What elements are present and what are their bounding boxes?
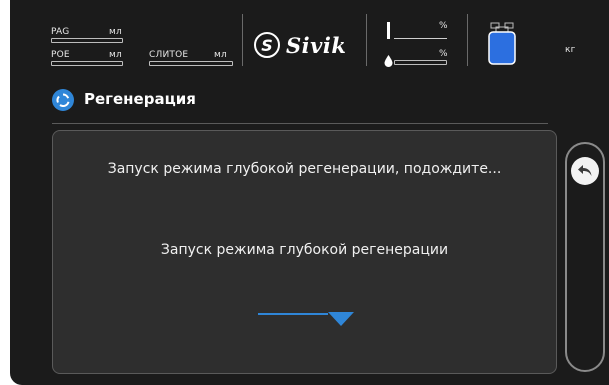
brand-logo-icon: S xyxy=(254,32,280,58)
refrigerant-bottle-icon xyxy=(488,22,516,65)
drop-icon xyxy=(384,55,393,67)
progress-indicator xyxy=(258,313,328,315)
weight-unit: кг xyxy=(565,45,576,55)
pct-top: % xyxy=(439,21,448,31)
poe-label: POE xyxy=(51,50,70,60)
level-indicator-icon xyxy=(387,22,390,39)
poe-gauge xyxy=(51,61,123,66)
header-divider xyxy=(467,14,468,66)
pct-bottom: % xyxy=(439,49,448,59)
header-divider xyxy=(366,14,367,66)
app-screen: PAG мл POE мл СЛИТОЕ мл S Sivik % % кг Р… xyxy=(10,0,609,385)
chevron-down-icon xyxy=(328,312,354,326)
poe-unit: мл xyxy=(109,50,122,60)
pag-gauge xyxy=(51,38,123,43)
status-panel: Запуск режима глубокой регенерации, подо… xyxy=(52,130,557,374)
pag-label: PAG xyxy=(51,27,70,37)
pct-bottom-gauge xyxy=(394,60,447,65)
back-arrow-icon xyxy=(578,165,592,176)
brand-name: Sivik xyxy=(286,32,347,58)
brand-logo: S Sivik xyxy=(254,30,346,60)
back-button[interactable] xyxy=(571,157,599,185)
section-title: Регенерация xyxy=(84,90,196,108)
pct-top-line xyxy=(394,38,447,39)
regeneration-icon xyxy=(52,89,74,111)
drain-gauge xyxy=(149,61,233,66)
drain-unit: мл xyxy=(214,50,227,60)
drain-label: СЛИТОЕ xyxy=(149,50,189,60)
sub-message: Запуск режима глубокой регенерации xyxy=(160,242,449,258)
status-message: Запуск режима глубокой регенерации, подо… xyxy=(107,161,502,177)
header-divider xyxy=(242,14,243,66)
section-divider xyxy=(52,123,548,124)
pag-unit: мл xyxy=(109,27,122,37)
